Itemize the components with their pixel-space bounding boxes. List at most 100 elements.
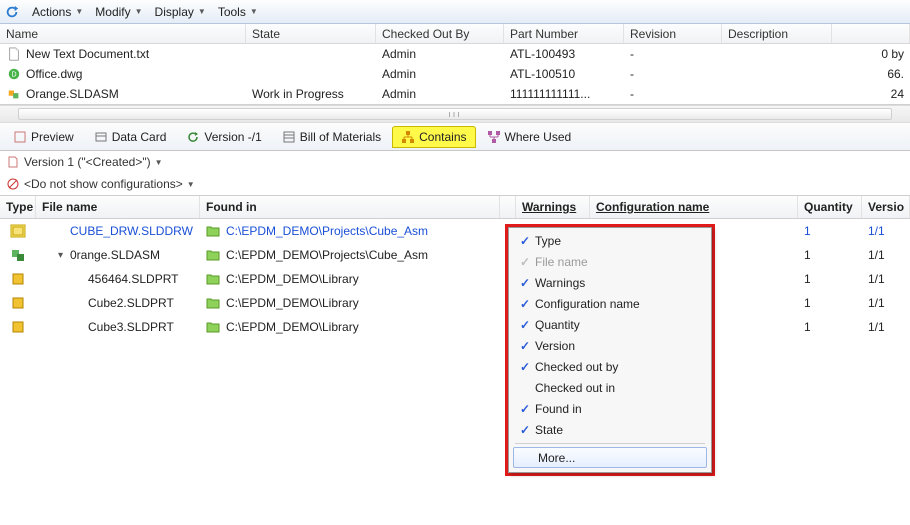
folder-icon xyxy=(206,273,220,285)
tab-contains[interactable]: Contains xyxy=(392,126,475,148)
preview-icon xyxy=(13,130,27,144)
assembly-file-icon xyxy=(6,86,22,102)
version-dropdown[interactable]: Version 1 ("<Created>") ▼ xyxy=(0,151,910,173)
quantity-cell: 1 xyxy=(798,291,862,315)
column-context-menu: ✓Type✓File name✓Warnings✓Configuration n… xyxy=(508,227,712,473)
tab-data-card[interactable]: Data Card xyxy=(85,126,176,148)
menu-modify[interactable]: Modify▼ xyxy=(89,0,148,23)
context-menu-item[interactable]: ✓Warnings xyxy=(511,272,709,293)
file-type-icon xyxy=(9,222,27,240)
context-menu-label: File name xyxy=(535,255,588,269)
col2-version[interactable]: Versio xyxy=(862,196,910,218)
check-icon: ✓ xyxy=(515,297,535,311)
file-type-icon xyxy=(9,318,27,336)
context-menu-label: Checked out in xyxy=(535,381,615,395)
col2-found[interactable]: Found in xyxy=(200,196,500,218)
folder-icon xyxy=(206,249,220,261)
contains-row[interactable]: 456464.SLDPRTC:\EPDM_DEMO\Library11/1 xyxy=(0,267,910,291)
where-used-icon xyxy=(487,130,501,144)
version-cell: 1/1 xyxy=(862,315,910,339)
tab-preview[interactable]: Preview xyxy=(4,126,83,148)
refresh-icon[interactable] xyxy=(4,4,20,20)
context-menu-item[interactable]: ✓Quantity xyxy=(511,314,709,335)
app-window: Actions▼ Modify▼ Display▼ Tools▼ Name St… xyxy=(0,0,910,525)
check-icon: ✓ xyxy=(515,339,535,353)
context-menu-item: ✓File name xyxy=(511,251,709,272)
context-menu-more[interactable]: More... xyxy=(513,447,707,468)
check-icon: ✓ xyxy=(515,255,535,269)
context-menu-item[interactable]: ✓Version xyxy=(511,335,709,356)
config-dropdown[interactable]: <Do not show configurations> ▼ xyxy=(0,173,910,195)
context-menu-label: Found in xyxy=(535,402,582,416)
version-cell: 1/1 xyxy=(862,219,910,243)
check-icon: ✓ xyxy=(515,276,535,290)
context-menu-item[interactable]: ✓Checked out by xyxy=(511,356,709,377)
col2-qty[interactable]: Quantity xyxy=(798,196,862,218)
found-in-path: C:\EPDM_DEMO\Library xyxy=(226,296,359,310)
col-revision[interactable]: Revision xyxy=(624,24,722,43)
file-name: Orange.SLDASM xyxy=(26,87,119,101)
dwg-file-icon: D xyxy=(6,66,22,82)
context-menu-item[interactable]: ✓Configuration name xyxy=(511,293,709,314)
context-menu-item[interactable]: ✓Found in xyxy=(511,398,709,419)
quantity-cell: 1 xyxy=(798,315,862,339)
contains-icon xyxy=(401,130,415,144)
context-menu-label: Checked out by xyxy=(535,360,618,374)
horizontal-scrollbar[interactable]: ııı xyxy=(0,105,910,123)
folder-icon xyxy=(206,225,220,237)
contains-grid-header[interactable]: Type File name Found in Warnings Configu… xyxy=(0,195,910,219)
col2-type[interactable]: Type xyxy=(0,196,36,218)
no-config-icon xyxy=(6,177,20,191)
col-name[interactable]: Name xyxy=(0,24,246,43)
contains-row[interactable]: CUBE_DRW.SLDDRW C:\EPDM_DEMO\Projects\Cub… xyxy=(0,219,910,243)
file-type-icon xyxy=(9,246,27,264)
file-grid-header[interactable]: Name State Checked Out By Part Number Re… xyxy=(0,24,910,44)
version-icon xyxy=(186,130,200,144)
col2-file[interactable]: File name xyxy=(36,196,200,218)
file-name-cell: Cube2.SLDPRT xyxy=(88,296,174,310)
check-icon: ✓ xyxy=(515,318,535,332)
contains-row[interactable]: Cube2.SLDPRTC:\EPDM_DEMO\Library11/1 xyxy=(0,291,910,315)
col2-warnings[interactable]: Warnings xyxy=(516,196,590,218)
version-cell: 1/1 xyxy=(862,243,910,267)
menu-separator xyxy=(515,443,705,444)
menu-display[interactable]: Display▼ xyxy=(149,0,212,23)
tab-version[interactable]: Version -/1 xyxy=(177,126,270,148)
menu-tools[interactable]: Tools▼ xyxy=(212,0,264,23)
context-menu-item[interactable]: ✓Type xyxy=(511,230,709,251)
quantity-cell: 1 xyxy=(798,219,862,243)
context-menu-label: Configuration name xyxy=(535,297,640,311)
file-row[interactable]: New Text Document.txt Admin ATL-100493 -… xyxy=(0,44,910,64)
col-part-number[interactable]: Part Number xyxy=(504,24,624,43)
contains-row[interactable]: ▾0range.SLDASMC:\EPDM_DEMO\Projects\Cube… xyxy=(0,243,910,267)
svg-text:D: D xyxy=(11,72,16,79)
context-menu-label: Type xyxy=(535,234,561,248)
context-menu-item[interactable]: ✓State xyxy=(511,419,709,440)
tree-toggle-icon[interactable]: ▾ xyxy=(58,250,68,261)
col-description[interactable]: Description xyxy=(722,24,832,43)
folder-icon xyxy=(206,297,220,309)
col2-config[interactable]: Configuration name xyxy=(590,196,798,218)
file-type-icon xyxy=(9,270,27,288)
context-menu-label: Quantity xyxy=(535,318,580,332)
menu-actions[interactable]: Actions▼ xyxy=(26,0,89,23)
contains-grid-body: CUBE_DRW.SLDDRW C:\EPDM_DEMO\Projects\Cub… xyxy=(0,219,910,339)
file-grid: Name State Checked Out By Part Number Re… xyxy=(0,24,910,105)
quantity-cell: 1 xyxy=(798,267,862,291)
found-in-path: C:\EPDM_DEMO\Projects\Cube_Asm xyxy=(226,248,428,262)
tab-where-used[interactable]: Where Used xyxy=(478,126,581,148)
col-checked-out[interactable]: Checked Out By xyxy=(376,24,504,43)
file-row[interactable]: D Office.dwg Admin ATL-100510 - 66. xyxy=(0,64,910,84)
check-icon: ✓ xyxy=(515,234,535,248)
file-row[interactable]: Orange.SLDASM Work in Progress Admin 111… xyxy=(0,84,910,104)
contains-row[interactable]: Cube3.SLDPRTC:\EPDM_DEMO\Library11/1 xyxy=(0,315,910,339)
folder-icon xyxy=(206,321,220,333)
context-menu-label: State xyxy=(535,423,563,437)
context-menu-item[interactable]: Checked out in xyxy=(511,377,709,398)
found-in-path: C:\EPDM_DEMO\Projects\Cube_Asm xyxy=(226,224,428,238)
file-name-cell: 456464.SLDPRT xyxy=(88,272,179,286)
tab-bom[interactable]: Bill of Materials xyxy=(273,126,390,148)
file-name-cell: CUBE_DRW.SLDDRW xyxy=(70,224,193,238)
col-state[interactable]: State xyxy=(246,24,376,43)
menu-bar: Actions▼ Modify▼ Display▼ Tools▼ xyxy=(0,0,910,24)
